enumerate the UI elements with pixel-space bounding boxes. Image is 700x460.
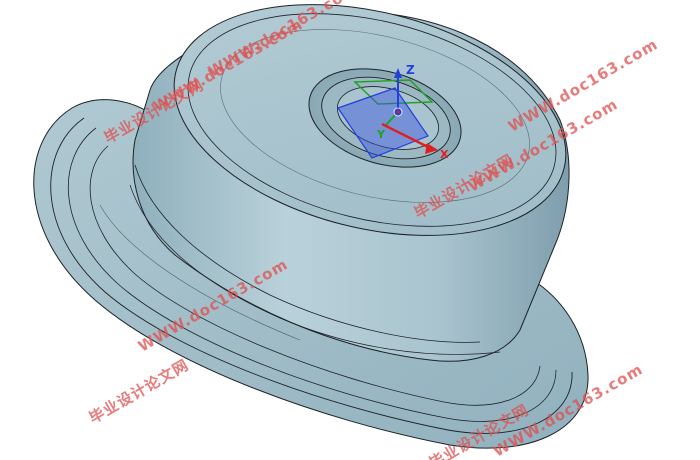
- x-axis-label: X: [440, 148, 449, 161]
- z-axis-label: Z: [406, 63, 415, 77]
- cad-3d-viewport[interactable]: Z Y X 毕业设计论文网 WWW.doc163.com WWW.doc163.…: [0, 0, 700, 460]
- y-axis-label: Y: [376, 128, 386, 141]
